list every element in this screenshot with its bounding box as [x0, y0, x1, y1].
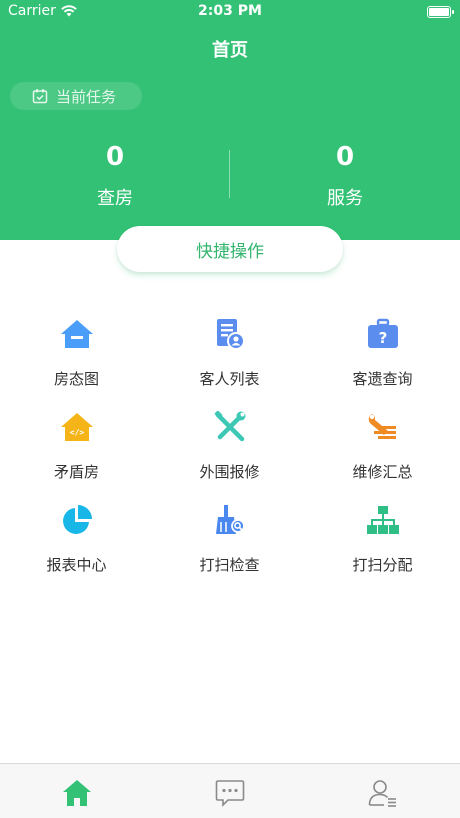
guest-list-icon [212, 316, 248, 352]
grid-item-conflict-room[interactable]: </> 矛盾房 [0, 391, 153, 484]
tab-profile[interactable] [363, 776, 403, 810]
room-check-count: 0 [105, 142, 125, 172]
current-task-label: 当前任务 [56, 87, 117, 106]
page-title: 首页 [212, 40, 248, 61]
grid-item-cleaning-assign[interactable]: 打扫分配 [306, 484, 459, 577]
grid-item-label: 维修汇总 [352, 463, 413, 481]
org-chart-icon [365, 502, 401, 538]
grid-item-label: 报表中心 [46, 556, 107, 574]
grid-item-label: 矛盾房 [53, 463, 99, 481]
grid-item-label: 打扫检查 [199, 556, 260, 574]
grid-item-label: 客遗查询 [352, 370, 413, 388]
grid-item-repair-summary[interactable]: 维修汇总 [306, 391, 459, 484]
service-label: 服务 [327, 188, 363, 209]
tools-icon [212, 409, 248, 445]
battery-icon [427, 6, 454, 18]
quick-actions-label: 快捷操作 [196, 241, 264, 262]
svg-text:</>: </> [69, 428, 84, 437]
grid-item-report-center[interactable]: 报表中心 [0, 484, 153, 577]
status-time: 2:03 PM [198, 3, 262, 19]
tab-bar [0, 763, 460, 818]
grid-item-label: 房态图 [53, 370, 99, 388]
service-count: 0 [335, 142, 355, 172]
tab-messages[interactable] [210, 776, 250, 810]
tab-home[interactable] [57, 776, 97, 810]
stats-divider [229, 150, 230, 198]
grid-item-room-status[interactable]: 房态图 [0, 298, 153, 391]
room-check-stat[interactable]: 0 查房 [15, 140, 215, 210]
grid-item-lost-items[interactable]: ? 客遗查询 [306, 298, 459, 391]
grid-item-cleaning-check[interactable]: 打扫检查 [153, 484, 306, 577]
current-task-button[interactable]: 当前任务 [10, 82, 142, 110]
wrench-summary-icon [365, 409, 401, 445]
home-icon [63, 780, 91, 806]
profile-icon [368, 780, 396, 807]
conflict-house-icon: </> [59, 409, 95, 445]
calendar-check-icon [32, 89, 48, 104]
grid-item-guest-list[interactable]: 客人列表 [153, 298, 306, 391]
grid-item-label: 客人列表 [199, 370, 260, 388]
house-icon [59, 316, 95, 352]
svg-text:?: ? [378, 329, 387, 347]
pie-chart-icon [59, 502, 95, 538]
broom-search-icon [212, 502, 248, 538]
lost-items-icon: ? [365, 316, 401, 352]
grid-item-external-repair[interactable]: 外围报修 [153, 391, 306, 484]
service-stat[interactable]: 0 服务 [245, 140, 445, 210]
grid-item-label: 打扫分配 [352, 556, 413, 574]
grid-item-label: 外围报修 [199, 463, 260, 481]
status-bar: Carrier 2:03 PM [0, 0, 460, 24]
message-icon [215, 780, 245, 807]
quick-actions-button[interactable]: 快捷操作 [117, 226, 343, 272]
room-check-label: 查房 [97, 188, 133, 209]
